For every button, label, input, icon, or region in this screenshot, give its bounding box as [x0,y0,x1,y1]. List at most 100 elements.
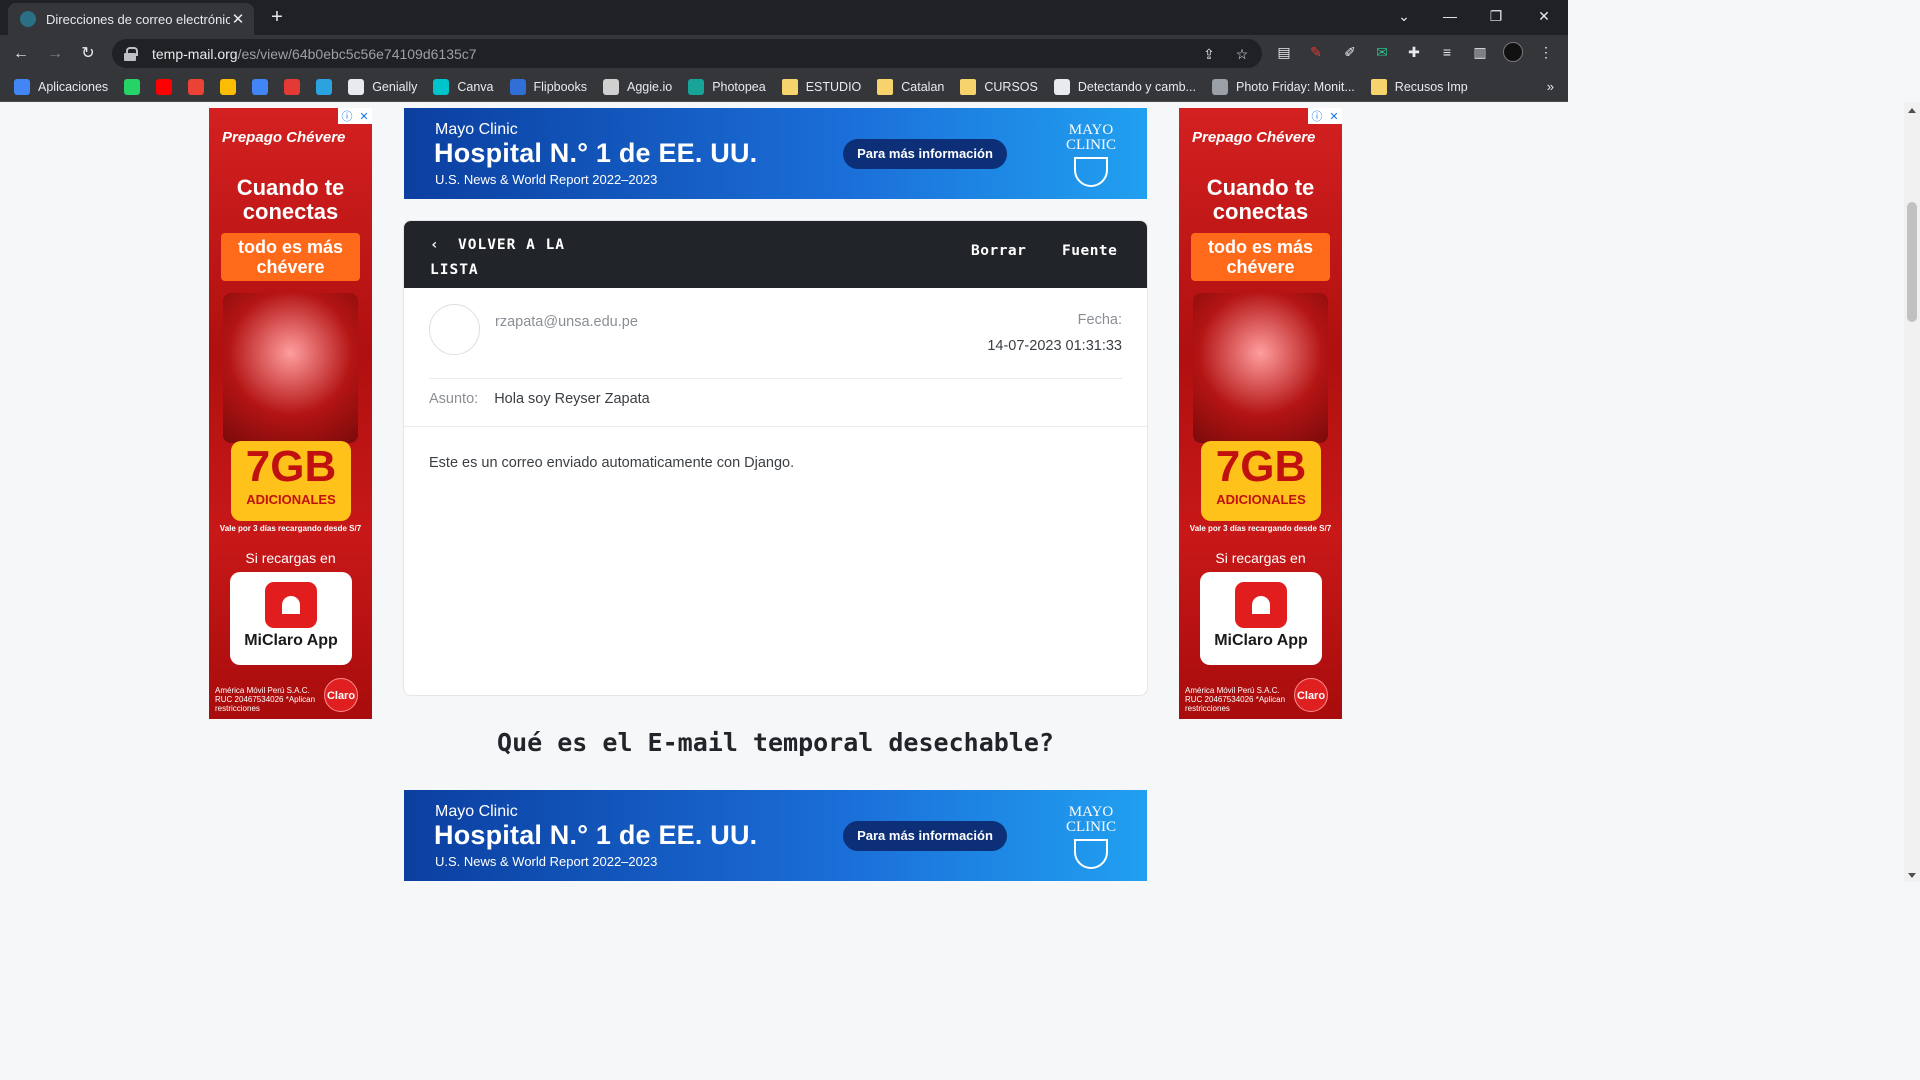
close-window-button[interactable]: ✕ [1521,0,1567,32]
ad-photo [223,293,358,443]
reading-mode-icon[interactable]: ▤ [1274,42,1294,62]
right-side-ad[interactable]: ⓘ ✕ Prepago Chévere Cuando te conectas to… [1179,108,1342,719]
tab-search-icon[interactable]: ⌄ [1381,0,1427,32]
minimize-button[interactable]: — [1427,0,1473,32]
page-content: ⓘ ✕ Prepago Chévere Cuando te conectas to… [0,102,1568,882]
ad-pill: todo es más chévere [221,233,360,281]
page-icon [1211,78,1228,95]
source-button[interactable]: Fuente [1062,243,1117,259]
scrollbar-thumb[interactable] [1907,202,1917,322]
genially-icon [348,78,365,95]
bookmark-item[interactable]: Catalan [877,78,945,95]
bookmark-star-icon[interactable]: ☆ [1233,45,1251,63]
ad-banner-line1: Mayo Clinic [435,121,518,138]
ad-close-icon[interactable]: ✕ [1329,110,1338,123]
bookmark-item[interactable]: Aggie.io [603,78,673,95]
bookmark-item[interactable]: Flipbooks [509,78,587,95]
bookmark-item[interactable]: Detectando y camb... [1053,78,1196,95]
adchoices-controls[interactable]: ⓘ ✕ [338,108,372,124]
bookmark-item[interactable] [188,78,205,95]
sender-email: rzapata@unsa.edu.pe [495,314,638,330]
mayo-clinic-logo: MAYO CLINIC [1052,123,1130,187]
photopea-icon [688,78,705,95]
bookmark-item[interactable] [316,78,333,95]
bookmark-item[interactable]: Photo Friday: Monit... [1211,78,1355,95]
url-path: /es/view/64b0ebc5c56e74109d6135c7 [237,45,477,62]
lock-icon[interactable] [124,46,138,61]
scroll-down-icon[interactable] [1908,873,1916,878]
url-text[interactable]: temp-mail.org/es/view/64b0ebc5c56e74109d… [152,46,477,62]
extensions-puzzle-icon[interactable]: ✚ [1404,42,1424,62]
subject-value: Hola soy Reyser Zapata [494,391,650,407]
back-button[interactable]: ← [8,41,34,67]
eyedropper-extension-icon[interactable]: ✐ [1340,42,1360,62]
adchoices-controls[interactable]: ⓘ ✕ [1308,108,1342,124]
apps-grid-icon [14,78,30,95]
ad-banner-cta[interactable]: Para más información [843,139,1007,169]
forward-button[interactable]: → [42,41,68,67]
back-to-list-label: VOLVER A LA LISTA [430,237,566,278]
subject-row: Asunto: Hola soy Reyser Zapata [429,391,1122,413]
restore-button[interactable]: ❐ [1473,0,1519,32]
bookmark-item[interactable]: Recusos Imp [1370,78,1468,95]
bookmark-item[interactable]: Genially [348,78,417,95]
date-value: 14-07-2023 01:31:33 [987,338,1122,354]
bookmark-item[interactable]: Photopea [688,78,766,95]
bookmarks-overflow-icon[interactable]: » [1547,79,1554,94]
menu-kebab-icon[interactable]: ⋮ [1536,42,1556,62]
mayo-logo-text: MAYO CLINIC [1066,804,1116,835]
folder-icon [1370,78,1387,95]
bookmark-label: Recusos Imp [1394,79,1468,94]
bookmark-label: Catalan [901,79,945,94]
tab-close-icon[interactable]: ✕ [230,10,246,28]
tab-title: Direcciones de correo electrónico [46,11,230,27]
folder-icon [781,78,798,95]
email-card: ‹ VOLVER A LA LISTA Borrar Fuente rzapat… [403,220,1148,696]
bottom-banner-ad[interactable]: Mayo Clinic Hospital N.° 1 de EE. UU. U.… [404,790,1147,881]
bookmark-item[interactable] [284,78,301,95]
bookmark-label: CURSOS [984,79,1038,94]
bookmark-item[interactable] [252,78,269,95]
ad-pill: todo es más chévere [1191,233,1330,281]
profile-avatar-icon[interactable] [1503,42,1523,62]
bookmark-label: Aggie.io [627,79,673,94]
browser-toolbar: ← → ↻ temp-mail.org/es/view/64b0ebc5c56e… [0,35,1568,72]
sender-row: rzapata@unsa.edu.pe Fecha: 14-07-2023 01… [429,301,1122,379]
miclaro-app-icon [1235,582,1287,628]
bookmark-item[interactable] [220,78,237,95]
bookmark-item[interactable]: Canva [433,78,494,95]
ad-banner-cta[interactable]: Para más información [843,821,1007,851]
media-queue-icon[interactable]: ≡ [1437,42,1457,62]
ad-info-icon[interactable]: ⓘ [1311,108,1322,124]
bookmark-item[interactable] [156,78,173,95]
bookmark-item[interactable]: CURSOS [960,78,1038,95]
new-tab-button[interactable]: + [265,5,289,29]
ad-legal: América Móvil Perú S.A.C. RUC 2046753402… [1185,686,1286,713]
email-card-header: ‹ VOLVER A LA LISTA Borrar Fuente [404,221,1147,288]
delete-button[interactable]: Borrar [971,243,1026,259]
back-to-list-link[interactable]: ‹ VOLVER A LA LISTA [430,233,580,283]
page-scrollbar[interactable] [1904,102,1920,882]
bookmark-item[interactable]: ESTUDIO [781,78,861,95]
mayo-clinic-logo: MAYO CLINIC [1052,805,1130,869]
bookmark-item[interactable]: Aplicaciones [14,78,108,95]
ad-banner-line3: U.S. News & World Report 2022–2023 [435,854,658,869]
whatsapp-icon [124,78,141,95]
address-bar[interactable]: temp-mail.org/es/view/64b0ebc5c56e74109d… [112,39,1262,68]
scroll-up-icon[interactable] [1908,108,1916,113]
ad-info-icon[interactable]: ⓘ [341,108,352,124]
sender-avatar [429,304,480,355]
share-icon[interactable]: ⇪ [1200,45,1218,63]
ad-app-name: MiClaro App [244,632,338,649]
mail-extension-icon[interactable]: ✉ [1372,42,1392,62]
pen-extension-icon[interactable]: ✎ [1306,42,1326,62]
browser-tab[interactable]: Direcciones de correo electrónico ✕ [8,3,254,35]
ad-recargas: Si recargas en [1215,550,1306,566]
canva-icon [433,78,450,95]
reload-button[interactable]: ↻ [75,41,101,67]
top-banner-ad[interactable]: Mayo Clinic Hospital N.° 1 de EE. UU. U.… [404,108,1147,199]
side-panel-icon[interactable]: ▥ [1470,42,1490,62]
left-side-ad[interactable]: ⓘ ✕ Prepago Chévere Cuando te conectas to… [209,108,372,719]
ad-close-icon[interactable]: ✕ [359,110,368,123]
bookmark-item[interactable] [124,78,141,95]
